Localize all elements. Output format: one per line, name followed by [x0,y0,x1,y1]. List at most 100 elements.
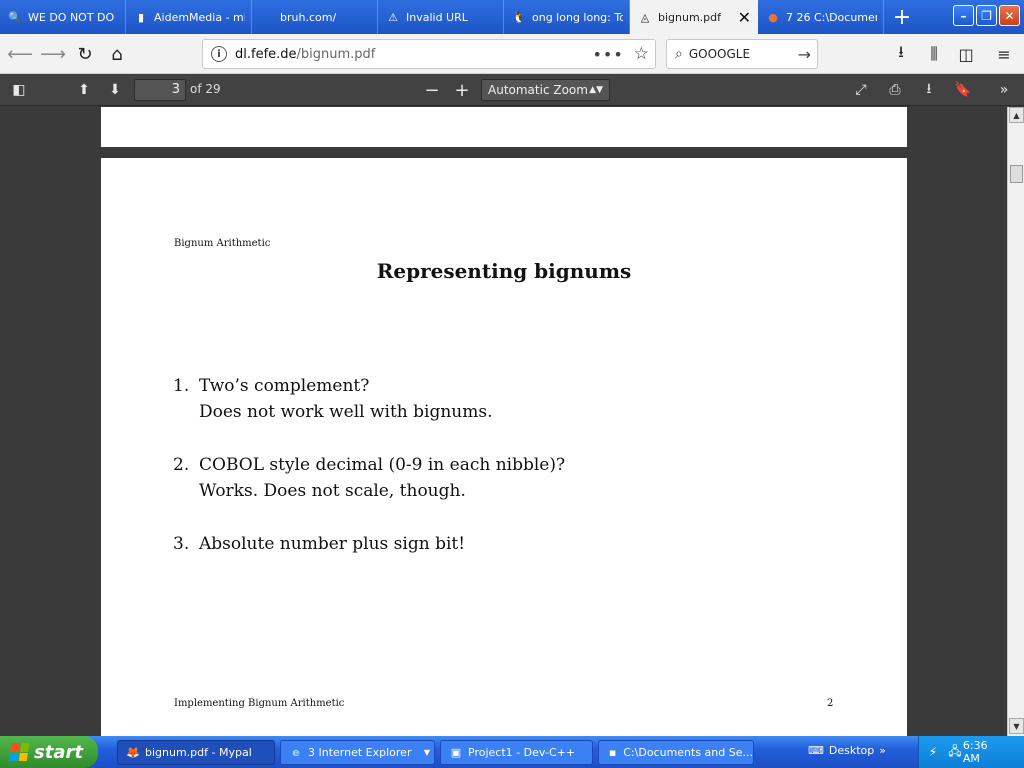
tab-label: ong long long: To [532,10,623,24]
new-tab-button[interactable]: + [884,0,920,34]
dev-cpp-icon: ▣ [450,746,462,759]
tab-aidemmedia[interactable]: ▮ AidemMedia - mi [126,0,252,34]
chevron-updown-icon: ▲▼ [589,85,603,95]
sidebar-icon[interactable]: ◫ [951,39,981,69]
reload-button[interactable]: ↻ [70,39,100,69]
network-icon[interactable]: 🖧 [947,744,963,760]
toggle-sidebar-icon[interactable]: ◧ [6,78,32,102]
tab-long-long-long[interactable]: 🐧 ong long long: To [504,0,630,34]
zoom-in-icon[interactable]: + [449,78,475,102]
tab-invalid-url[interactable]: ⚠ Invalid URL [378,0,504,34]
previous-page [101,107,907,147]
url-text: dl.fefe.de/bignum.pdf [235,46,376,62]
previous-page-icon[interactable]: ⬆ [71,78,97,102]
list-number: 3. [173,534,190,554]
next-page-icon[interactable]: ⬇ [102,78,128,102]
minimize-button[interactable]: – [953,5,974,26]
windows-taskbar: start 🦊 bignum.pdf - Mypal e 3 Internet … [0,736,1024,768]
tab-documents[interactable]: ● 7 26 C:\Documen [758,0,884,34]
system-tray: ⚡ 🖧 6:36 AM [918,736,1024,768]
home-button[interactable]: ⌂ [102,39,132,69]
scrollbar-thumb[interactable] [1010,165,1023,183]
print-icon[interactable]: ⎙ [882,78,908,102]
menu-icon[interactable]: ≡ [989,39,1019,69]
power-icon[interactable]: ⚡ [925,744,941,760]
tab-label: bignum.pdf [658,10,722,24]
bookmark-star-icon[interactable]: ☆ [634,44,649,64]
search-go-icon[interactable]: → [798,45,811,64]
restore-button[interactable]: ❐ [976,5,997,26]
navigation-bar: ⟵ ⟶ ↻ ⌂ i dl.fefe.de/bignum.pdf ••• ☆ ⌕ … [0,34,1024,74]
current-page: Bignum Arithmetic Representing bignums 1… [101,158,907,736]
scroll-down-icon[interactable]: ▼ [1009,718,1024,734]
search-input[interactable]: GOOOGLE [689,47,750,61]
list-number: 1. [173,376,190,396]
pdf-viewer[interactable]: Bignum Arithmetic Representing bignums 1… [0,107,1007,736]
tab-label: 7 26 C:\Documen [786,10,877,24]
page-count: of 29 [190,82,221,96]
tools-chevron-icon[interactable]: » [991,78,1017,102]
library-icon[interactable]: ⫼ [919,39,949,69]
task-command-prompt[interactable]: ▪ C:\Documents and Se... [598,740,754,765]
download-icon[interactable]: ⭳ [886,39,916,69]
info-icon[interactable]: i [211,46,227,62]
chevron-double-right-icon[interactable]: » [879,744,886,757]
command-prompt-icon: ▪ [608,746,617,759]
fullscreen-icon[interactable]: ⤢ [848,78,874,102]
windows-logo-icon [8,743,30,761]
list-item: 2. COBOL style decimal (0-9 in each nibb… [173,452,565,504]
tab-label: AidemMedia - mi [154,10,245,24]
chevron-down-icon: ▼ [423,748,430,757]
start-button[interactable]: start [0,736,98,768]
page-footer-number: 2 [827,698,834,709]
page-actions-button[interactable]: ••• [592,45,623,64]
zoom-out-icon[interactable]: − [419,78,445,102]
close-window-button[interactable]: ✕ [999,5,1020,26]
internet-explorer-icon: e [292,746,300,759]
zoom-select[interactable]: Automatic Zoom ▲▼ [481,79,610,101]
warning-icon: ⚠ [388,10,398,24]
list-item: 3. Absolute number plus sign bit! [173,531,565,557]
close-icon[interactable]: ✕ [738,8,751,27]
tab-label: Invalid URL [406,10,468,24]
desktop-toolbar[interactable]: ⌨ Desktop » [808,744,886,757]
tab-label: bruh.com/ [280,10,337,24]
list-line: COBOL style decimal (0-9 in each nibble)… [199,455,566,475]
pdf-toolbar: ◧ ⬆ ⬇ 3 of 29 − + Automatic Zoom ▲▼ ⤢ ⎙ … [0,74,1024,106]
task-mypal[interactable]: 🦊 bignum.pdf - Mypal [117,740,275,765]
tab-bruh[interactable]: bruh.com/ [252,0,378,34]
blank-page-icon [260,10,274,24]
bookmark-icon[interactable]: 🔖 [950,78,976,102]
clock: 6:36 AM [962,739,988,765]
tab-label: WE DO NOT DO [28,10,115,24]
back-button[interactable]: ⟵ [5,39,35,69]
page-header: Bignum Arithmetic [174,238,271,249]
duckduckgo-icon: ● [768,10,778,24]
list-line: Works. Does not scale, though. [199,481,466,501]
list-item: 1. Two’s complement? Does not work well … [173,373,565,425]
search-icon: ⌕ [675,46,683,62]
vertical-scrollbar[interactable]: ▲ ▼ [1007,107,1024,736]
task-internet-explorer[interactable]: e 3 Internet Explorer ▼ [280,740,435,765]
tab-we-do-not-do[interactable]: 🔍 WE DO NOT DO [0,0,126,34]
mypal-icon: 🦊 [126,746,140,759]
page-title: Representing bignums [376,259,632,283]
forward-button[interactable]: ⟶ [38,39,68,69]
bullet-list: 1. Two’s complement? Does not work well … [173,373,565,584]
page-footer-title: Implementing Bignum Arithmetic [174,698,345,709]
task-dev-cpp[interactable]: ▣ Project1 - Dev-C++ [440,740,593,765]
url-bar[interactable]: i dl.fefe.de/bignum.pdf ••• ☆ [202,39,656,69]
pdf-icon: ◬ [640,10,650,24]
keyboard-icon: ⌨ [808,744,824,757]
tab-strip: 🔍 WE DO NOT DO ▮ AidemMedia - mi bruh.co… [0,0,1024,34]
search-icon: 🔍 [8,10,22,24]
folder-icon: ▮ [137,10,145,24]
save-icon[interactable]: ⭳ [916,78,942,102]
window-controls: – ❐ ✕ [953,5,1020,26]
penguin-icon: 🐧 [512,10,526,24]
scroll-up-icon[interactable]: ▲ [1009,107,1024,123]
page-number-input[interactable]: 3 [134,79,186,101]
list-line: Does not work well with bignums. [199,402,493,422]
tab-bignum-pdf[interactable]: ◬ bignum.pdf ✕ [630,0,758,34]
search-bar[interactable]: ⌕ GOOOGLE → [666,39,818,69]
